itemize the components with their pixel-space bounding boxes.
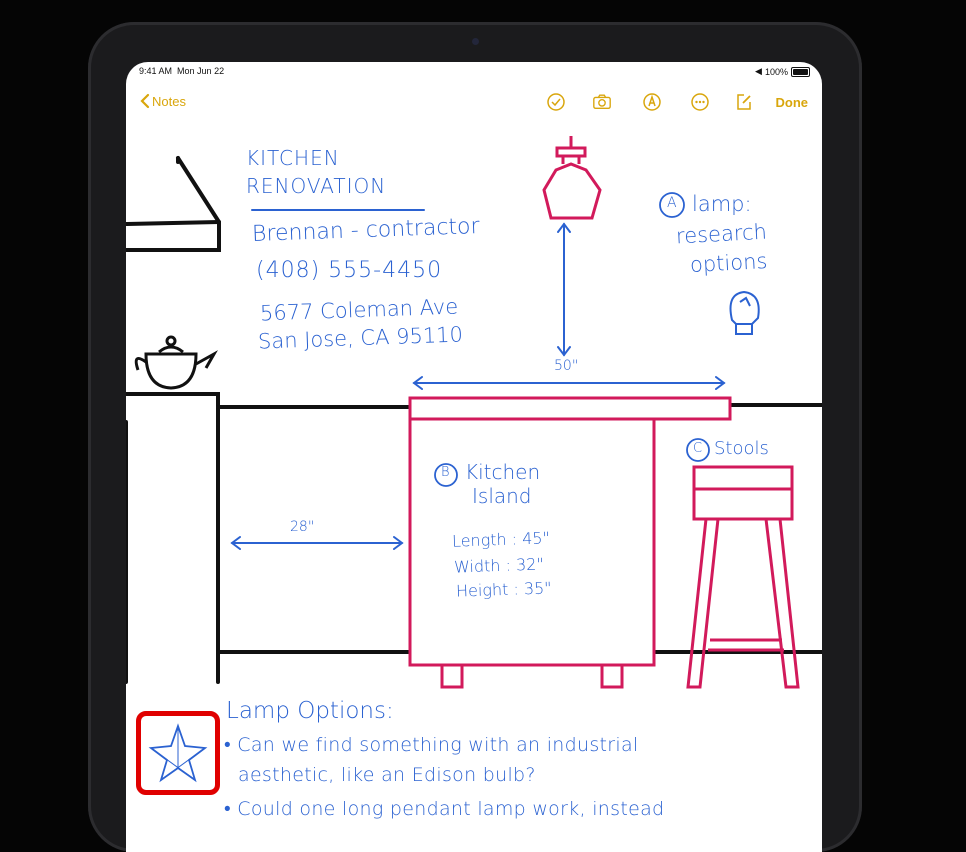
pendant-lamp-drawing — [542, 136, 602, 220]
front-camera — [472, 38, 479, 45]
island-title-2: Island — [472, 484, 532, 508]
bullet-2-line-1: • Could one long pendant lamp work, inst… — [224, 798, 665, 820]
title-line-2: RENOVATION — [246, 174, 387, 198]
lamp-badge: A — [667, 195, 677, 211]
lamp-options-heading: Lamp Options: — [226, 698, 394, 724]
island-title-1: Kitchen — [465, 460, 541, 484]
bullet-1-line-1: • Can we find something with an industri… — [224, 734, 639, 756]
bullet-1-line-2: aesthetic, like an Edison bulb? — [238, 764, 536, 786]
attachment-thumbnail-highlight[interactable] — [136, 711, 220, 795]
stools-badge: C — [693, 441, 703, 456]
title-line-1: KITCHEN — [246, 146, 340, 170]
island-height: Height : 35" — [455, 578, 552, 601]
island-badge: B — [441, 465, 450, 480]
island-width-label: 50" — [554, 358, 579, 374]
phone-number[interactable]: (408) 555-4450 — [256, 258, 442, 283]
island-width: Width : 32" — [453, 554, 545, 577]
gap-width-label: 28" — [290, 519, 315, 535]
stools-label: Stools — [714, 438, 769, 459]
teapot-drawing — [134, 335, 218, 390]
lamp-line-1: lamp: — [692, 192, 752, 216]
island-length: Length : 45" — [451, 528, 551, 551]
star-icon — [148, 723, 208, 783]
lamp-line-2: research — [675, 219, 768, 249]
notes-screen: 9:41 AM Mon Jun 22 ◀︎ 100% Notes Done KI… — [126, 62, 822, 852]
lamp-line-3: options — [689, 248, 768, 278]
lightbulb-doodle — [729, 290, 760, 335]
